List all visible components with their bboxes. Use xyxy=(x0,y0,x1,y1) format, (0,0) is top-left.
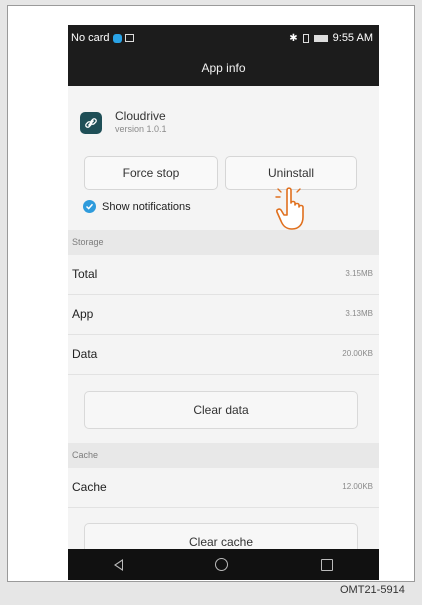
checkbox-checked-icon[interactable] xyxy=(83,200,96,213)
force-stop-button[interactable]: Force stop xyxy=(84,156,218,190)
navigation-bar xyxy=(68,549,379,580)
battery-icon xyxy=(313,34,328,42)
storage-row-total: Total 3.15MB xyxy=(68,255,379,295)
app-bar: App info xyxy=(68,53,379,86)
show-notifications-toggle[interactable]: Show notifications xyxy=(83,200,191,213)
app-name: Cloudrive xyxy=(115,109,166,123)
page-title: App info xyxy=(201,61,246,75)
row-value: 3.15MB xyxy=(345,269,373,278)
cache-section-header: Cache xyxy=(68,443,379,468)
sim-icon xyxy=(112,33,122,43)
figure-caption: OMT21-5914 xyxy=(340,584,405,596)
clear-data-button[interactable]: Clear data xyxy=(84,391,358,429)
recents-icon[interactable] xyxy=(320,558,333,571)
back-icon[interactable] xyxy=(114,558,124,571)
uninstall-button[interactable]: Uninstall xyxy=(225,156,357,190)
storage-section-header: Storage xyxy=(68,230,379,255)
storage-row-data: Data 20.00KB xyxy=(68,335,379,375)
row-label: Total xyxy=(72,267,98,281)
phone-screen: No card ✱ 9:55 AM App info Cloudrive ver… xyxy=(68,25,379,580)
home-icon[interactable] xyxy=(215,558,229,571)
row-label: App xyxy=(72,307,94,321)
row-label: Cache xyxy=(72,480,107,494)
pointing-hand-icon xyxy=(275,187,304,230)
bluetooth-icon: ✱ xyxy=(289,32,298,44)
show-notifications-label: Show notifications xyxy=(102,200,191,213)
row-value: 20.00KB xyxy=(342,349,373,358)
row-label: Data xyxy=(72,347,98,361)
clock: 9:55 AM xyxy=(332,32,373,44)
link-icon xyxy=(80,112,102,134)
carrier-label: No card xyxy=(71,32,110,44)
cache-row: Cache 12.00KB xyxy=(68,468,379,508)
image-notification-icon xyxy=(124,34,134,42)
app-version: version 1.0.1 xyxy=(115,124,167,134)
row-value: 12.00KB xyxy=(342,482,373,491)
storage-row-app: App 3.13MB xyxy=(68,295,379,335)
vibrate-icon xyxy=(302,33,309,43)
row-value: 3.13MB xyxy=(345,309,373,318)
status-bar: No card ✱ 9:55 AM xyxy=(68,25,379,53)
